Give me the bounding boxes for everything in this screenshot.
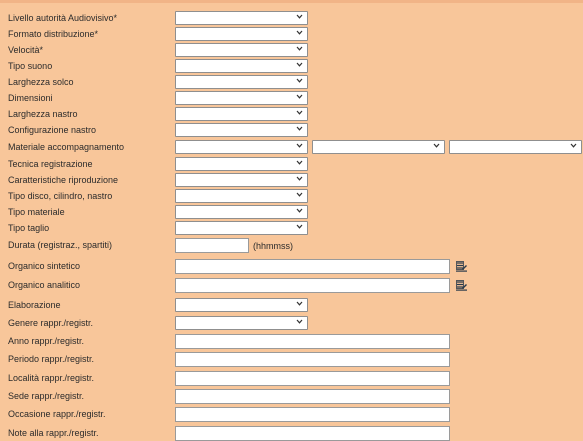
row-localita: Località rappr./registr. [0,371,583,386]
chevron-down-icon [296,143,303,148]
label-larghezza-solco: Larghezza solco [8,77,74,87]
label-anno: Anno rappr./registr. [8,336,85,346]
label-periodo: Periodo rappr./registr. [8,354,95,364]
chevron-down-icon [296,110,303,115]
lookup-table-icon[interactable] [456,279,468,291]
materiale-select-3[interactable] [449,140,582,154]
top-strip [0,0,583,3]
label-genere: Genere rappr./registr. [8,318,94,328]
row-durata: Durata (registraz., spartiti) (hhmmss) [0,238,583,253]
tipo-disco-select[interactable] [175,189,308,203]
velocita-select[interactable] [175,43,308,57]
chevron-down-icon [296,14,303,19]
row-caratteristiche: Caratteristiche riproduzione [0,173,583,187]
genere-select[interactable] [175,316,308,330]
row-materiale: Materiale accompagnamento [0,140,583,154]
label-dimensioni: Dimensioni [8,93,53,103]
label-organico-sintetico: Organico sintetico [8,261,81,271]
localita-input[interactable] [175,371,450,386]
row-configurazione-nastro: Configurazione nastro [0,123,583,137]
chevron-down-icon [296,94,303,99]
label-formato: Formato distribuzione* [8,29,99,39]
livello-select[interactable] [175,11,308,25]
chevron-down-icon [296,126,303,131]
label-durata: Durata (registraz., spartiti) [8,240,113,250]
label-localita: Località rappr./registr. [8,373,95,383]
row-organico-analitico: Organico analitico [0,278,583,293]
formato-select[interactable] [175,27,308,41]
row-periodo: Periodo rappr./registr. [0,352,583,367]
materiale-select-2[interactable] [312,140,445,154]
chevron-down-icon [296,208,303,213]
row-tipo-materiale: Tipo materiale [0,205,583,219]
label-tecnica: Tecnica registrazione [8,159,93,169]
row-genere: Genere rappr./registr. [0,316,583,330]
label-tipo-materiale: Tipo materiale [8,207,65,217]
chevron-down-icon [296,30,303,35]
tipo-suono-select[interactable] [175,59,308,73]
chevron-down-icon [570,143,577,148]
row-note: Note alla rappr./registr. [0,426,583,441]
label-materiale: Materiale accompagnamento [8,142,125,152]
chevron-down-icon [296,78,303,83]
periodo-input[interactable] [175,352,450,367]
note-input[interactable] [175,426,450,441]
row-tipo-taglio: Tipo taglio [0,221,583,235]
label-tipo-disco: Tipo disco, cilindro, nastro [8,191,113,201]
row-tecnica: Tecnica registrazione [0,157,583,171]
label-occasione: Occasione rappr./registr. [8,409,106,419]
row-livello: Livello autorità Audiovisivo* [0,11,583,25]
tecnica-select[interactable] [175,157,308,171]
sede-input[interactable] [175,389,450,404]
chevron-down-icon [296,224,303,229]
chevron-down-icon [296,301,303,306]
configurazione-nastro-select[interactable] [175,123,308,137]
row-occasione: Occasione rappr./registr. [0,407,583,422]
larghezza-solco-select[interactable] [175,75,308,89]
label-velocita: Velocità* [8,45,44,55]
row-formato: Formato distribuzione* [0,27,583,41]
lookup-table-icon[interactable] [456,260,468,272]
row-velocita: Velocità* [0,43,583,57]
chevron-down-icon [296,319,303,324]
label-organico-analitico: Organico analitico [8,280,81,290]
row-organico-sintetico: Organico sintetico [0,259,583,274]
label-tipo-suono: Tipo suono [8,61,53,71]
occasione-input[interactable] [175,407,450,422]
label-tipo-taglio: Tipo taglio [8,223,50,233]
row-anno: Anno rappr./registr. [0,334,583,349]
row-larghezza-solco: Larghezza solco [0,75,583,89]
tipo-taglio-select[interactable] [175,221,308,235]
elaborazione-select[interactable] [175,298,308,312]
dimensioni-select[interactable] [175,91,308,105]
chevron-down-icon [296,160,303,165]
row-sede: Sede rappr./registr. [0,389,583,404]
row-tipo-suono: Tipo suono [0,59,583,73]
chevron-down-icon [296,46,303,51]
durata-format-hint: (hhmmss) [253,241,293,251]
label-configurazione-nastro: Configurazione nastro [8,125,97,135]
label-caratteristiche: Caratteristiche riproduzione [8,175,119,185]
label-sede: Sede rappr./registr. [8,391,85,401]
chevron-down-icon [296,176,303,181]
row-elaborazione: Elaborazione [0,298,583,312]
chevron-down-icon [296,192,303,197]
caratteristiche-select[interactable] [175,173,308,187]
row-larghezza-nastro: Larghezza nastro [0,107,583,121]
row-tipo-disco: Tipo disco, cilindro, nastro [0,189,583,203]
tipo-materiale-select[interactable] [175,205,308,219]
label-note: Note alla rappr./registr. [8,428,99,438]
chevron-down-icon [433,143,440,148]
label-elaborazione: Elaborazione [8,300,61,310]
materiale-select-1[interactable] [175,140,308,154]
durata-input[interactable] [175,238,249,253]
label-livello: Livello autorità Audiovisivo* [8,13,118,23]
chevron-down-icon [296,62,303,67]
label-larghezza-nastro: Larghezza nastro [8,109,78,119]
anno-input[interactable] [175,334,450,349]
row-dimensioni: Dimensioni [0,91,583,105]
organico-sintetico-input[interactable] [175,259,450,274]
larghezza-nastro-select[interactable] [175,107,308,121]
organico-analitico-input[interactable] [175,278,450,293]
